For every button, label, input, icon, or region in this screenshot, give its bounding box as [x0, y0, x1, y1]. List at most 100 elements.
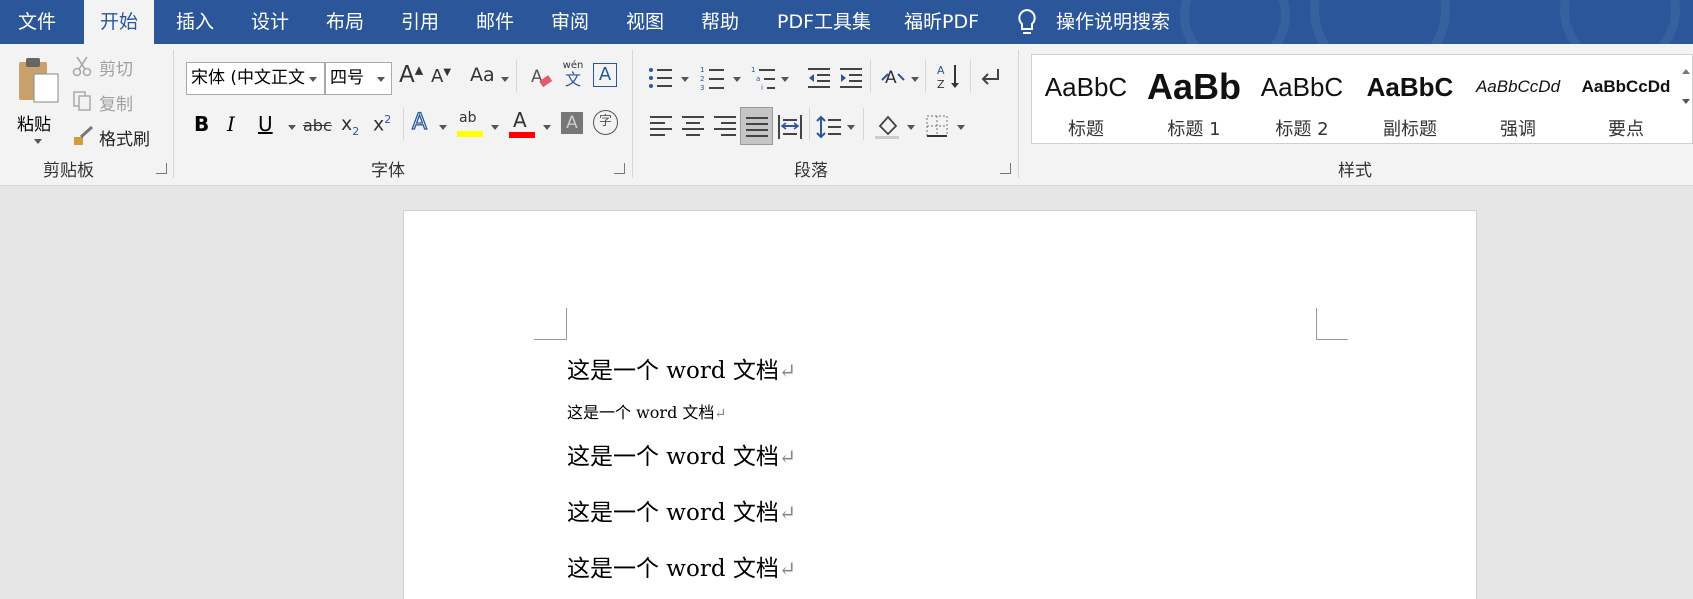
format-painter-button[interactable]: 格式刷	[72, 122, 162, 150]
document-page[interactable]: 这是一个 word 文档↵ 这是一个 word 文档↵ 这是一个 word 文档…	[403, 210, 1477, 599]
tab-review[interactable]: 审阅	[551, 0, 589, 44]
chevron-down-icon[interactable]	[681, 77, 689, 82]
chevron-down-icon[interactable]	[377, 77, 385, 82]
increase-indent-icon[interactable]	[838, 66, 864, 90]
font-color-icon[interactable]: A	[509, 108, 535, 140]
paste-icon	[19, 58, 59, 103]
chevron-down-icon[interactable]	[781, 77, 789, 82]
group-divider	[970, 60, 971, 92]
subscript-button[interactable]: x2	[341, 113, 359, 138]
style-heading-2[interactable]: AaBbC 标题 2	[1248, 55, 1356, 143]
align-left-icon[interactable]	[650, 116, 672, 136]
strikethrough-button[interactable]: abc	[303, 116, 332, 135]
justify-button[interactable]	[740, 107, 773, 145]
decrease-indent-icon[interactable]	[806, 66, 832, 90]
phonetic-guide-icon[interactable]: wén 文	[561, 60, 585, 90]
chevron-down-icon[interactable]	[543, 125, 551, 130]
paragraph-mark-icon: ↵	[714, 406, 727, 422]
change-case-icon[interactable]: Aa	[470, 64, 495, 86]
document-line[interactable]: 这是一个 word 文档↵	[567, 437, 796, 471]
style-title[interactable]: AaBbC 标题	[1032, 55, 1140, 143]
justify-icon	[746, 117, 768, 137]
tab-pdf-tools[interactable]: PDF工具集	[777, 0, 871, 44]
style-emphasis[interactable]: AaBbCcDd 强调	[1464, 55, 1572, 143]
styles-scroll-down-icon[interactable]	[1680, 87, 1692, 115]
scissors-icon	[72, 56, 92, 77]
asian-layout-icon[interactable]: A	[880, 64, 906, 90]
clipboard-launcher-icon[interactable]	[156, 163, 167, 174]
chevron-down-icon[interactable]	[907, 125, 915, 130]
style-strong[interactable]: AaBbCcDd 要点	[1572, 55, 1680, 143]
ribbon-tab-bar: 文件 开始 插入 设计 布局 引用 邮件 审阅 视图 帮助 PDF工具集 福昕P…	[0, 0, 1693, 44]
tab-layout[interactable]: 布局	[326, 0, 364, 44]
chevron-down-icon[interactable]	[501, 77, 509, 82]
sort-icon[interactable]: AZ	[936, 62, 962, 92]
styles-scroll-up-icon[interactable]	[1680, 57, 1692, 85]
tab-foxit-pdf[interactable]: 福昕PDF	[904, 0, 979, 44]
show-paragraph-marks-icon[interactable]	[978, 66, 1004, 90]
superscript-button[interactable]: x2	[373, 113, 391, 135]
numbering-icon[interactable]: 123	[700, 64, 726, 92]
distributed-icon[interactable]	[777, 114, 803, 140]
grow-font-icon[interactable]: A▲	[399, 62, 423, 88]
chevron-down-icon[interactable]	[34, 139, 42, 144]
underline-button[interactable]: U	[258, 112, 273, 136]
chevron-down-icon[interactable]	[439, 125, 447, 130]
document-line[interactable]: 这是一个 word 文档↵	[567, 549, 796, 583]
svg-text:1: 1	[751, 66, 755, 74]
tell-me-search[interactable]: 操作说明搜索	[1016, 0, 1176, 44]
character-border-icon[interactable]: A	[593, 63, 617, 87]
chevron-down-icon[interactable]	[911, 77, 919, 82]
italic-button[interactable]: I	[227, 112, 235, 136]
tab-home[interactable]: 开始	[84, 0, 155, 44]
chevron-down-icon[interactable]	[288, 125, 296, 130]
document-line[interactable]: 这是一个 word 文档↵	[567, 399, 726, 423]
paste-button[interactable]: 粘贴	[12, 52, 62, 146]
borders-icon[interactable]	[925, 114, 949, 138]
text-effects-icon[interactable]: A	[411, 109, 427, 135]
line-spacing-icon[interactable]	[816, 114, 842, 140]
tab-design[interactable]: 设计	[251, 0, 289, 44]
document-line[interactable]: 这是一个 word 文档↵	[567, 493, 796, 527]
format-painter-label: 格式刷	[99, 130, 150, 150]
tab-insert[interactable]: 插入	[176, 0, 214, 44]
tab-file[interactable]: 文件	[18, 0, 56, 44]
copy-button[interactable]: 复制	[72, 87, 162, 115]
group-divider	[809, 108, 810, 140]
character-shading-icon[interactable]: A	[561, 112, 583, 134]
group-divider	[632, 50, 633, 178]
tab-mailings[interactable]: 邮件	[476, 0, 514, 44]
svg-text:A: A	[937, 64, 945, 77]
style-heading-1[interactable]: AaBb 标题 1	[1140, 55, 1248, 143]
paragraph-mark-icon: ↵	[778, 501, 797, 525]
shading-icon[interactable]	[874, 112, 902, 140]
chevron-down-icon[interactable]	[733, 77, 741, 82]
group-divider	[863, 108, 864, 140]
clear-formatting-icon[interactable]: A	[530, 64, 554, 90]
tab-references[interactable]: 引用	[401, 0, 439, 44]
group-divider	[516, 60, 517, 92]
tab-help[interactable]: 帮助	[701, 0, 739, 44]
style-subtitle[interactable]: AaBbC 副标题	[1356, 55, 1464, 143]
align-center-icon[interactable]	[682, 116, 704, 136]
styles-group-label: 样式	[1338, 161, 1372, 181]
tab-view[interactable]: 视图	[626, 0, 664, 44]
bullets-icon[interactable]	[648, 66, 674, 90]
document-line[interactable]: 这是一个 word 文档↵	[567, 351, 796, 385]
font-launcher-icon[interactable]	[614, 163, 625, 174]
shrink-font-icon[interactable]: A▼	[431, 66, 451, 87]
chevron-down-icon[interactable]	[491, 125, 499, 130]
paragraph-launcher-icon[interactable]	[1000, 163, 1011, 174]
multilevel-list-icon[interactable]: 1ai	[751, 64, 777, 92]
bold-button[interactable]: B	[194, 112, 209, 136]
highlight-color-icon[interactable]: ab	[457, 110, 483, 140]
font-name-select[interactable]: 宋体 (中文正文	[186, 62, 325, 95]
cut-button[interactable]: 剪切	[72, 52, 162, 80]
font-size-value: 四号	[330, 68, 364, 88]
enclose-character-icon[interactable]: 字	[593, 110, 618, 135]
chevron-down-icon[interactable]	[847, 125, 855, 130]
group-divider	[173, 50, 174, 178]
chevron-down-icon[interactable]	[309, 77, 317, 82]
chevron-down-icon[interactable]	[957, 125, 965, 130]
align-right-icon[interactable]	[714, 116, 736, 136]
